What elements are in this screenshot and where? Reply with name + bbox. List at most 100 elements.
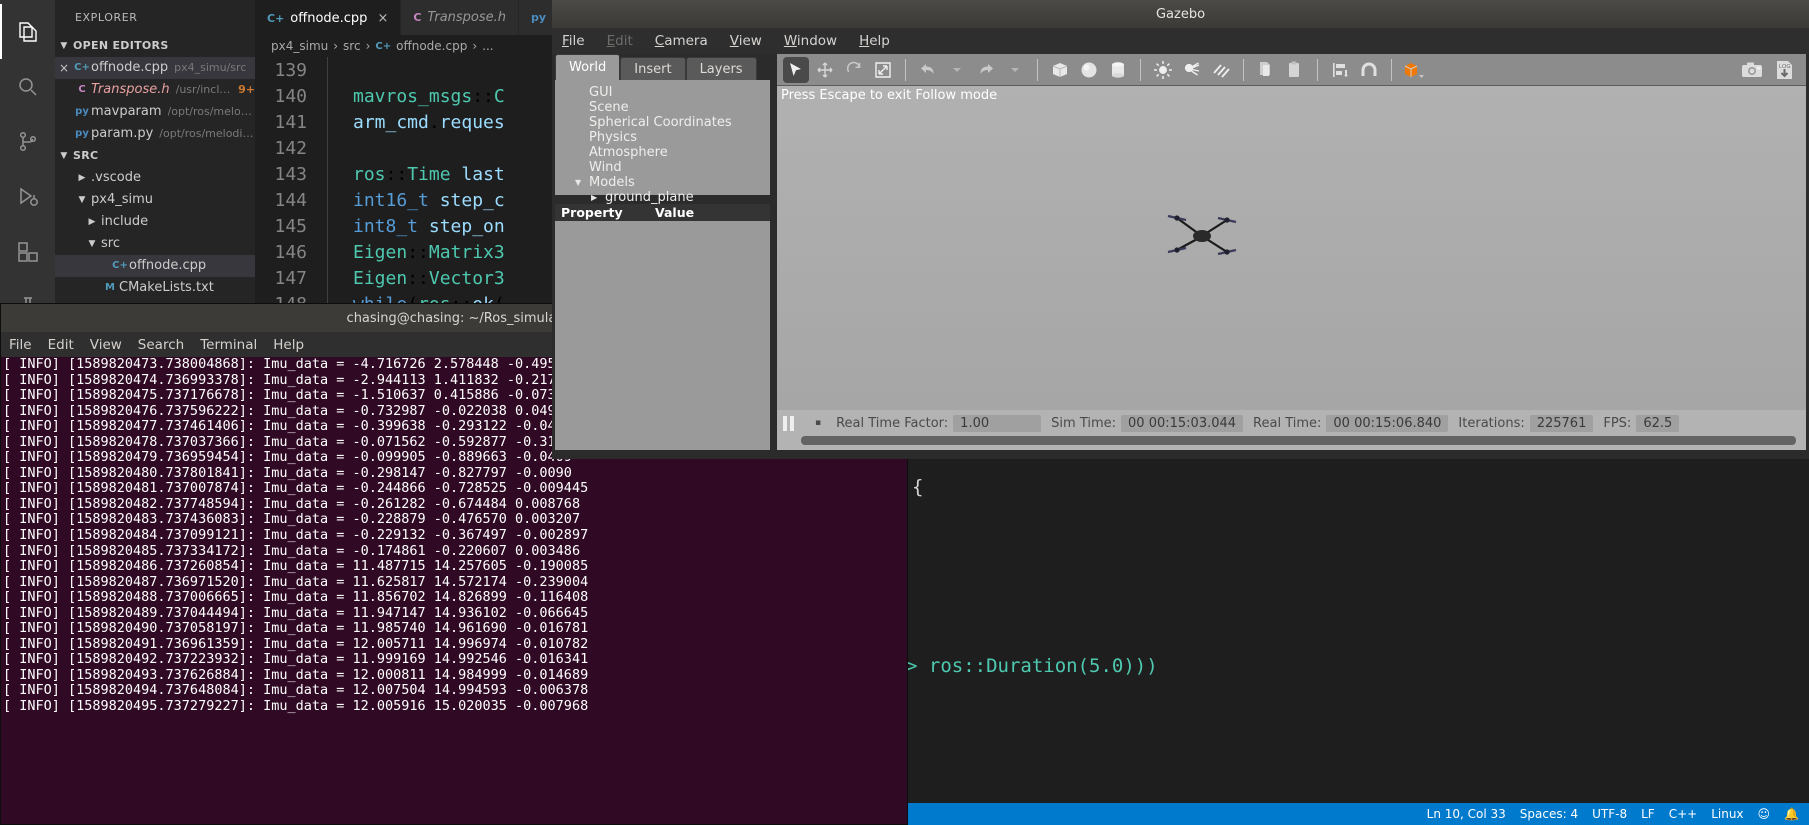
gazebo-viewport[interactable]: Press Escape to exit Follow mode [777, 86, 1806, 410]
file-tree-item[interactable]: ▶ .vscode [55, 167, 255, 189]
gazebo-title-bar: Gazebo [552, 0, 1809, 28]
status-item[interactable]: Spaces: 4 [1520, 807, 1578, 821]
status-item[interactable]: LF [1641, 807, 1655, 821]
line-text: mavros_msgs::C [353, 85, 505, 107]
chevron-down-icon[interactable]: ▼ [73, 189, 91, 211]
open-editors-list: × C+ offnode.cpp px4_simu/src C Transpose.h/u… [55, 57, 255, 145]
open-editor-item[interactable]: pymavparam/opt/ros/melodic/lib/m... [55, 101, 255, 123]
align-icon[interactable] [1327, 57, 1353, 83]
file-tree-item[interactable]: ▼ px4_simu [55, 189, 255, 211]
gazebo-menu-camera[interactable]: Camera [655, 33, 708, 49]
feedback-icon[interactable]: ☺ [1758, 807, 1771, 821]
point-light-icon[interactable] [1150, 57, 1176, 83]
editor-tab[interactable]: C Transpose.h [401, 0, 520, 35]
terminal-menu-search[interactable]: Search [138, 337, 184, 353]
world-tree-node[interactable]: GUI [575, 85, 770, 100]
status-item[interactable]: Ln 10, Col 33 [1427, 807, 1506, 821]
chevron-right-icon[interactable]: ▶ [73, 167, 91, 189]
insert-cylinder-icon[interactable] [1105, 57, 1131, 83]
gazebo-menu-window[interactable]: Window [784, 33, 837, 49]
world-tree-node[interactable]: ▶ ground_plane [575, 190, 770, 205]
status-item[interactable]: C++ [1669, 807, 1698, 821]
gazebo-tab-world[interactable]: World [555, 54, 621, 80]
gazebo-menu-view[interactable]: View [730, 33, 762, 49]
iterations-label: Iterations: [1458, 415, 1525, 431]
status-item[interactable]: Linux [1711, 807, 1743, 821]
terminal-menu-terminal[interactable]: Terminal [200, 337, 257, 353]
view-mode-icon[interactable] [1401, 57, 1427, 83]
redo-icon[interactable] [973, 57, 999, 83]
insert-box-icon[interactable] [1047, 57, 1073, 83]
close-icon[interactable]: × [55, 57, 73, 79]
directional-light-icon[interactable] [1208, 57, 1234, 83]
world-tree-node[interactable]: Wind [575, 160, 770, 175]
spot-light-icon[interactable] [1179, 57, 1205, 83]
tab-close-icon[interactable]: × [377, 11, 388, 26]
chevron-right-icon[interactable]: ▶ [591, 190, 605, 205]
chevron-right-icon[interactable]: ▶ [83, 211, 101, 233]
open-editors-section-header[interactable]: ▼ OPEN EDITORS [55, 35, 255, 57]
screenshot-icon[interactable] [1737, 57, 1767, 83]
line-text: Eigen::Matrix3 [353, 241, 505, 263]
status-item[interactable]: UTF-8 [1592, 807, 1627, 821]
open-editor-item[interactable]: × C+ offnode.cpp px4_simu/src [55, 57, 255, 79]
bell-icon[interactable]: 🔔 [1784, 807, 1799, 821]
log-record-icon[interactable]: LOG [1770, 57, 1800, 83]
chevron-down-icon[interactable]: ▼ [575, 175, 589, 190]
chevron-down-icon[interactable]: ▼ [83, 233, 101, 255]
editor-tab[interactable]: C+ offnode.cpp × [255, 0, 402, 35]
translate-mode-icon[interactable] [812, 57, 838, 83]
gazebo-menu-file[interactable]: File [562, 33, 585, 49]
fps-label: FPS: [1603, 415, 1632, 431]
redo-dropdown-icon[interactable] [1002, 57, 1028, 83]
open-editors-label: OPEN EDITORS [73, 39, 169, 52]
open-editor-item[interactable]: C Transpose.h/usr/include/eig...9+ [55, 79, 255, 101]
vscode-status-bar[interactable]: Ln 10, Col 33 Spaces: 4 UTF-8 LF C++ Linux ☺ 🔔 [908, 803, 1809, 825]
breadcrumb-item[interactable]: src [343, 39, 361, 53]
rotate-mode-icon[interactable] [841, 57, 867, 83]
src-section-header[interactable]: ▼ SRC [55, 145, 255, 167]
tab-file-icon: py [531, 11, 547, 24]
breadcrumb-item[interactable]: offnode.cpp [396, 39, 467, 53]
breadcrumb-item[interactable]: ... [482, 39, 493, 53]
terminal-menu-help[interactable]: Help [273, 337, 304, 353]
paste-icon[interactable] [1282, 57, 1308, 83]
scale-mode-icon[interactable] [870, 57, 896, 83]
file-tree-item[interactable]: ▶ include [55, 211, 255, 233]
timeline-scrollbar[interactable] [801, 436, 1796, 445]
world-tree-node[interactable]: Scene [575, 100, 770, 115]
gazebo-menu-help[interactable]: Help [859, 33, 890, 49]
file-tree-item[interactable]: ▼ src [55, 233, 255, 255]
run-debug-icon[interactable] [0, 169, 55, 224]
open-editor-item[interactable]: pyparam.py/opt/ros/melodic/lib/pyt... [55, 123, 255, 145]
gazebo-tab-insert[interactable]: Insert [620, 57, 686, 80]
breadcrumb-item[interactable]: px4_simu [271, 39, 328, 53]
undo-icon[interactable] [915, 57, 941, 83]
insert-sphere-icon[interactable] [1076, 57, 1102, 83]
source-control-icon[interactable] [0, 114, 55, 169]
search-icon[interactable] [0, 59, 55, 114]
line-text: int8_t step_on [353, 215, 505, 237]
open-editor-path: /opt/ros/melodic/lib/pyt... [159, 127, 255, 140]
chevron-down-icon: ▼ [60, 41, 68, 51]
world-tree-node[interactable]: Physics [575, 130, 770, 145]
snap-icon[interactable] [1356, 57, 1382, 83]
select-mode-icon[interactable] [783, 56, 809, 83]
undo-dropdown-icon[interactable] [944, 57, 970, 83]
pause-button[interactable] [783, 415, 805, 431]
explorer-icon[interactable] [0, 4, 55, 59]
open-editor-path: /opt/ros/melodic/lib/m... [167, 105, 255, 118]
copy-icon[interactable] [1253, 57, 1279, 83]
file-tree-item[interactable]: M CMakeLists.txt [55, 277, 255, 299]
gazebo-tab-layers[interactable]: Layers [685, 57, 757, 80]
world-tree-node[interactable]: Spherical Coordinates [575, 115, 770, 130]
extensions-icon[interactable] [0, 224, 55, 279]
terminal-menu-view[interactable]: View [90, 337, 122, 353]
world-tree-node[interactable]: ▼ Models [575, 175, 770, 190]
real-time-label: Real Time: [1253, 415, 1322, 431]
file-tree-item[interactable]: C+ offnode.cpp [55, 255, 255, 277]
terminal-menu-edit[interactable]: Edit [48, 337, 74, 353]
terminal-menu-file[interactable]: File [9, 337, 32, 353]
world-tree[interactable]: GUI Scene Spherical Coordinates Physics Atmo… [555, 80, 770, 205]
world-tree-node[interactable]: Atmosphere [575, 145, 770, 160]
